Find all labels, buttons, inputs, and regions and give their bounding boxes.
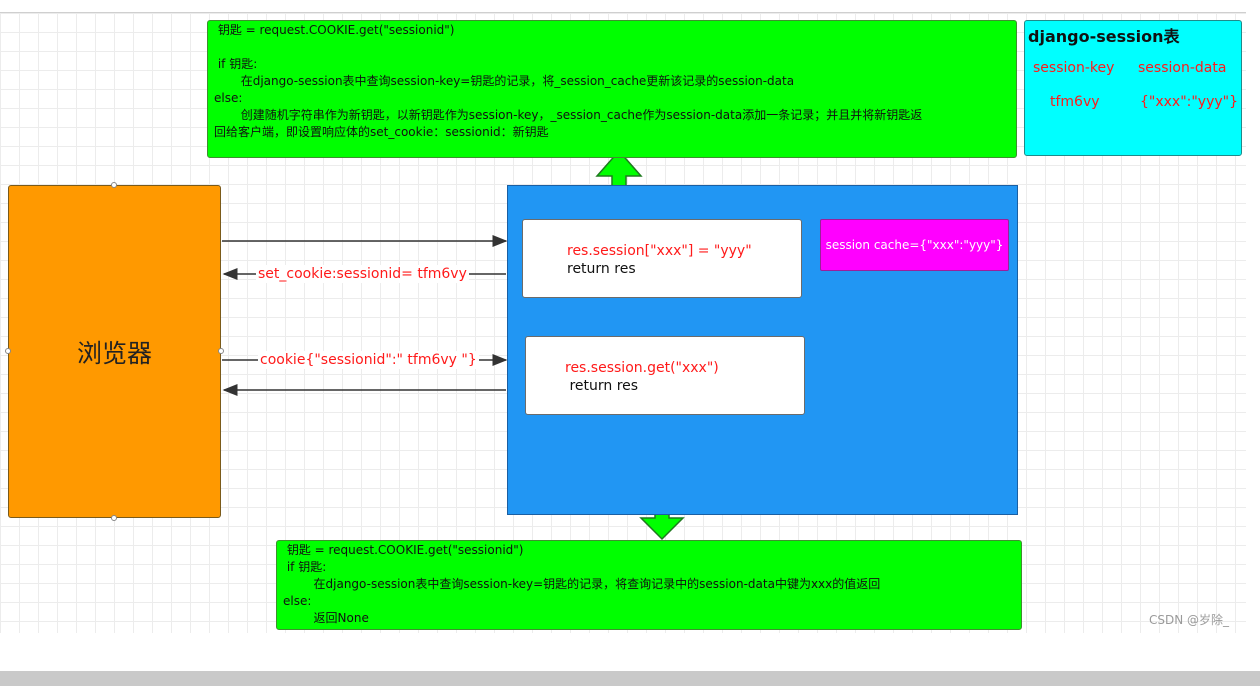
request-logic-line: 回给客户端，即设置响应体的set_cookie：sessionid：新钥匙 (214, 125, 549, 139)
request-logic-line: 钥匙 = request.COOKIE.get("sessionid") (214, 23, 455, 37)
request-logic-line: 创建随机字符串作为新钥匙，以新钥匙作为session-key，_session_… (214, 108, 923, 122)
request-logic-box: 钥匙 = request.COOKIE.get("sessionid") if … (207, 20, 1017, 158)
table-header-key: session-key (1033, 60, 1115, 76)
resize-handle-left[interactable] (5, 348, 11, 354)
session-table-title: django-session表 (1028, 27, 1180, 46)
browser-label: 浏览器 (76, 338, 152, 368)
cookie-label: cookie{"sessionid":" tfm6vy "} (258, 351, 479, 369)
resize-handle-right[interactable] (218, 348, 224, 354)
set-session-code: res.session["xxx"] = "yyy" (567, 243, 752, 259)
set-session-return: return res (567, 261, 636, 277)
get-session-return: return res (565, 378, 639, 394)
browser-node: 浏览器 (8, 185, 221, 518)
horizontal-scrollbar[interactable] (0, 671, 1260, 686)
get-logic-line: 在django-session表中查询session-key=钥匙的记录，将查询… (283, 577, 881, 591)
get-session-box: res.session.get("xxx") return res (525, 336, 805, 415)
table-cell-key: tfm6vy (1050, 94, 1100, 110)
session-cache-node: session cache={"xxx":"yyy"} (820, 219, 1009, 271)
table-header-data: session-data (1138, 60, 1227, 76)
session-table-node: django-session表 session-key session-data… (1024, 20, 1242, 156)
set-session-box: res.session["xxx"] = "yyy" return res (522, 219, 802, 298)
request-logic-line: if 钥匙: (214, 57, 258, 71)
get-logic-line: 钥匙 = request.COOKIE.get("sessionid") (283, 543, 524, 557)
get-logic-line: 返回None (283, 611, 369, 625)
watermark: CSDN @岁除_ (1149, 613, 1230, 627)
get-session-code: res.session.get("xxx") (565, 360, 719, 376)
resize-handle-bottom[interactable] (111, 515, 117, 521)
request-logic-line: 在django-session表中查询session-key=钥匙的记录，将_s… (214, 74, 795, 88)
get-logic-line: else: (283, 594, 312, 608)
get-logic-box: 钥匙 = request.COOKIE.get("sessionid") if … (276, 540, 1022, 630)
request-logic-line: else: (214, 91, 243, 105)
get-logic-line: if 钥匙: (283, 560, 327, 574)
resize-handle-top[interactable] (111, 182, 117, 188)
table-cell-data: {"xxx":"yyy"} (1140, 94, 1238, 110)
session-cache-label: session cache={"xxx":"yyy"} (825, 238, 1004, 252)
request-logic-line (214, 39, 1010, 56)
set-cookie-label: set_cookie:sessionid= tfm6vy (256, 265, 469, 283)
